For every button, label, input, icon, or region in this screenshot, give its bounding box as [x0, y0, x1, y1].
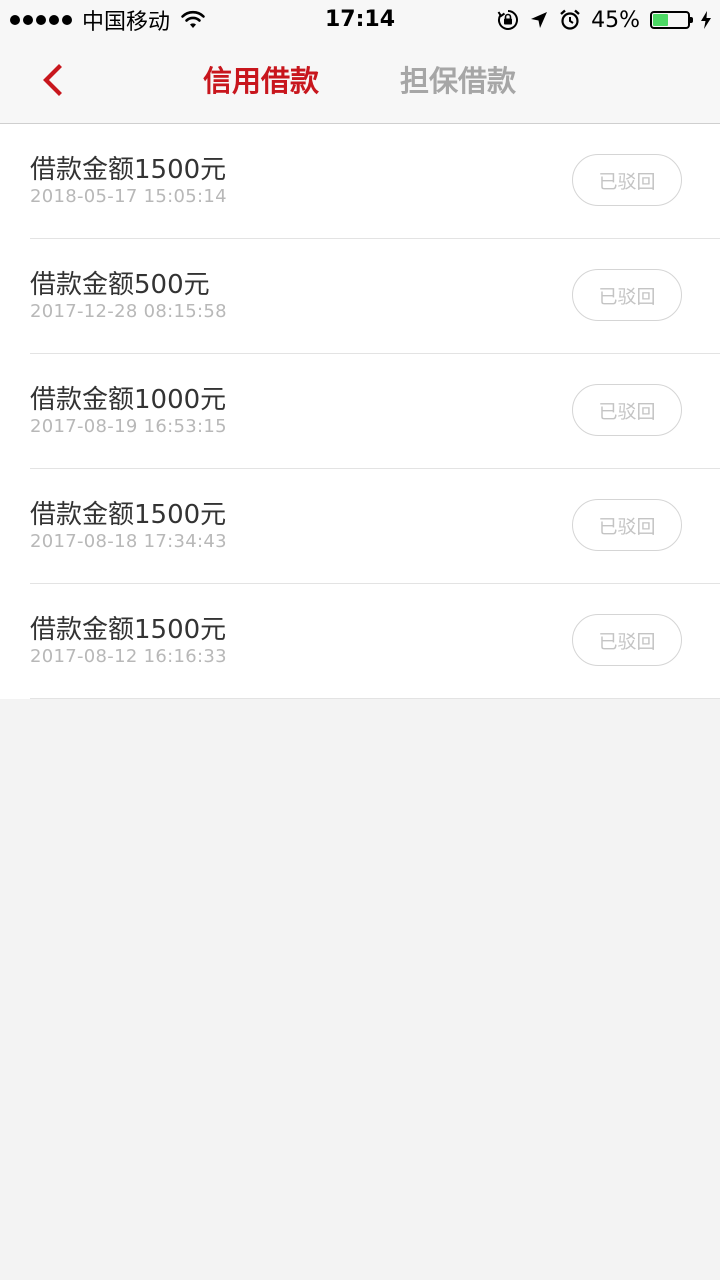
orientation-lock-icon [497, 10, 519, 30]
loan-date: 2017-08-18 17:34:43 [30, 531, 227, 552]
loan-amount: 借款金额1500元 [30, 155, 227, 185]
loan-list-item[interactable]: 借款金额500元 2017-12-28 08:15:58 已驳回 [30, 239, 720, 354]
loan-date: 2017-08-19 16:53:15 [30, 416, 227, 437]
loan-date: 2017-12-28 08:15:58 [30, 301, 227, 322]
tab-guarantee-loan[interactable]: 担保借款 [400, 40, 516, 123]
navigation-bar: 信用借款 担保借款 [0, 40, 720, 124]
battery-percentage: 45% [591, 7, 640, 33]
rejected-status-badge: 已驳回 [572, 269, 682, 321]
loan-list-item[interactable]: 借款金额1500元 2017-08-12 16:16:33 已驳回 [30, 584, 720, 699]
back-chevron-icon [43, 64, 62, 96]
loan-date: 2017-08-12 16:16:33 [30, 646, 227, 667]
alarm-clock-icon [560, 9, 580, 30]
loan-amount: 借款金额1500元 [30, 500, 227, 530]
status-bar: 中国移动 17:14 45% [0, 0, 720, 40]
battery-icon [650, 11, 693, 29]
loan-amount: 借款金额1000元 [30, 385, 227, 415]
rejected-status-badge: 已驳回 [572, 614, 682, 666]
loan-list: 借款金额1500元 2018-05-17 15:05:14 已驳回 借款金额50… [0, 124, 720, 699]
loan-list-item[interactable]: 借款金额1000元 2017-08-19 16:53:15 已驳回 [30, 354, 720, 469]
rejected-status-badge: 已驳回 [572, 384, 682, 436]
rejected-status-badge: 已驳回 [572, 154, 682, 206]
status-bar-right: 45% [497, 0, 712, 40]
back-button[interactable] [30, 58, 74, 102]
loan-list-item[interactable]: 借款金额1500元 2018-05-17 15:05:14 已驳回 [30, 124, 720, 239]
loan-date: 2018-05-17 15:05:14 [30, 186, 227, 207]
loan-amount: 借款金额500元 [30, 270, 210, 300]
loan-amount: 借款金额1500元 [30, 615, 227, 645]
charging-bolt-icon [701, 11, 711, 29]
battery-level-fill [653, 14, 669, 26]
tab-credit-loan[interactable]: 信用借款 [203, 40, 319, 123]
rejected-status-badge: 已驳回 [572, 499, 682, 551]
loan-list-item[interactable]: 借款金额1500元 2017-08-18 17:34:43 已驳回 [30, 469, 720, 584]
location-arrow-icon [531, 12, 548, 28]
